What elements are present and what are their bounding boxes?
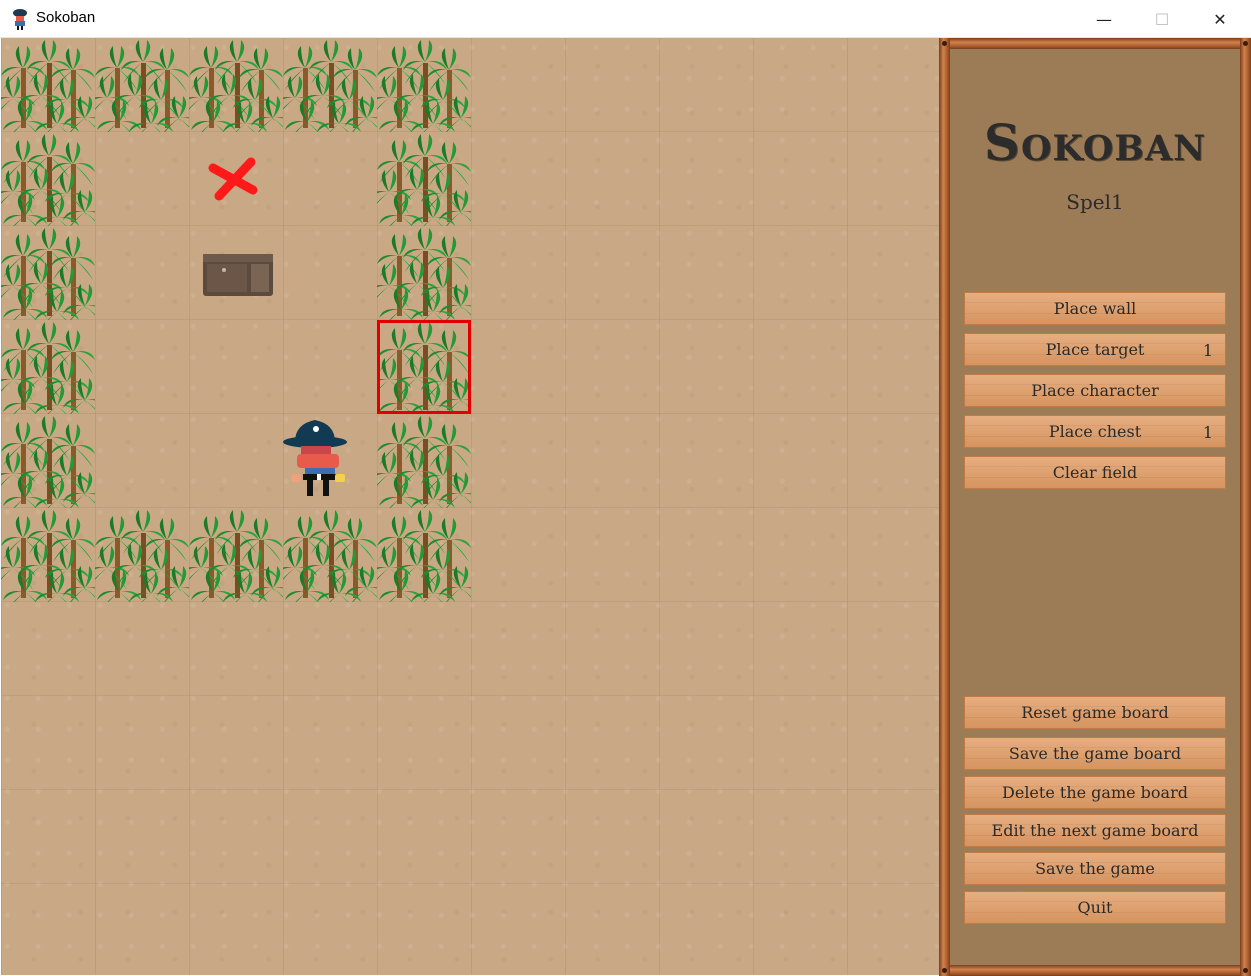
pirate-app-icon xyxy=(10,8,30,30)
palm-wall-tile[interactable] xyxy=(189,38,283,132)
game-logo: Sokoban xyxy=(983,113,1207,172)
minimize-button[interactable]: — xyxy=(1075,0,1133,38)
maximize-button[interactable]: ☐ xyxy=(1133,0,1191,38)
place-wall-button[interactable]: Place wall xyxy=(964,292,1226,325)
target-x-marker[interactable] xyxy=(189,132,283,226)
palm-wall-tile[interactable] xyxy=(377,38,471,132)
window-titlebar: Sokoban — ☐ ✕ xyxy=(0,0,1251,38)
quit-button[interactable]: Quit xyxy=(964,891,1226,924)
selected-cell-highlight[interactable] xyxy=(377,320,471,414)
palm-wall-tile[interactable] xyxy=(1,38,95,132)
treasure-chest[interactable] xyxy=(189,226,283,320)
button-label: Clear field xyxy=(1052,463,1138,482)
edit-next-board-button[interactable]: Edit the next game board xyxy=(964,814,1226,847)
palm-wall-tile[interactable] xyxy=(1,414,95,508)
frame-nail xyxy=(942,41,947,46)
place-target-button[interactable]: Place target 1 xyxy=(964,333,1226,366)
button-label: Reset game board xyxy=(1021,703,1169,722)
palm-wall-tile[interactable] xyxy=(283,38,377,132)
button-label: Place character xyxy=(1031,381,1159,400)
palm-wall-tile[interactable] xyxy=(377,508,471,602)
place-character-button[interactable]: Place character xyxy=(964,374,1226,407)
pirate-character[interactable] xyxy=(283,414,377,508)
panel-frame-bottom xyxy=(939,965,1251,976)
palm-wall-tile[interactable] xyxy=(95,38,189,132)
frame-nail xyxy=(1243,41,1248,46)
palm-wall-tile[interactable] xyxy=(189,508,283,602)
game-board[interactable] xyxy=(1,38,939,975)
button-label: Save the game board xyxy=(1008,744,1182,763)
palm-wall-tile[interactable] xyxy=(1,508,95,602)
window-title: Sokoban xyxy=(36,9,96,26)
button-label: Quit xyxy=(1077,898,1113,917)
frame-nail xyxy=(1243,968,1248,973)
palm-wall-tile[interactable] xyxy=(1,132,95,226)
button-label: Place target xyxy=(1045,340,1145,359)
close-button[interactable]: ✕ xyxy=(1191,0,1249,38)
palm-wall-tile[interactable] xyxy=(95,508,189,602)
button-label: Place chest xyxy=(1048,422,1142,441)
palm-wall-tile[interactable] xyxy=(377,414,471,508)
target-count: 1 xyxy=(1202,341,1213,360)
clear-field-button[interactable]: Clear field xyxy=(964,456,1226,489)
place-chest-button[interactable]: Place chest 1 xyxy=(964,415,1226,448)
delete-board-button[interactable]: Delete the game board xyxy=(964,776,1226,809)
palm-wall-tile[interactable] xyxy=(377,132,471,226)
palm-wall-tile[interactable] xyxy=(1,226,95,320)
button-label: Place wall xyxy=(1053,299,1137,318)
level-name: Spel1 xyxy=(1066,190,1124,214)
save-board-button[interactable]: Save the game board xyxy=(964,737,1226,770)
button-label: Save the game xyxy=(1035,859,1155,878)
panel-frame-right xyxy=(1240,38,1251,976)
button-label: Delete the game board xyxy=(1002,783,1188,802)
save-game-button[interactable]: Save the game xyxy=(964,852,1226,885)
chest-count: 1 xyxy=(1202,423,1213,442)
palm-wall-tile[interactable] xyxy=(1,320,95,414)
palm-wall-tile[interactable] xyxy=(283,508,377,602)
panel-frame-left xyxy=(939,38,950,976)
reset-board-button[interactable]: Reset game board xyxy=(964,696,1226,729)
frame-nail xyxy=(942,968,947,973)
side-panel: Sokoban Spel1 Place wall Place target 1 … xyxy=(939,38,1251,976)
palm-wall-tile[interactable] xyxy=(377,226,471,320)
button-label: Edit the next game board xyxy=(991,821,1199,840)
panel-frame-top xyxy=(939,38,1251,49)
